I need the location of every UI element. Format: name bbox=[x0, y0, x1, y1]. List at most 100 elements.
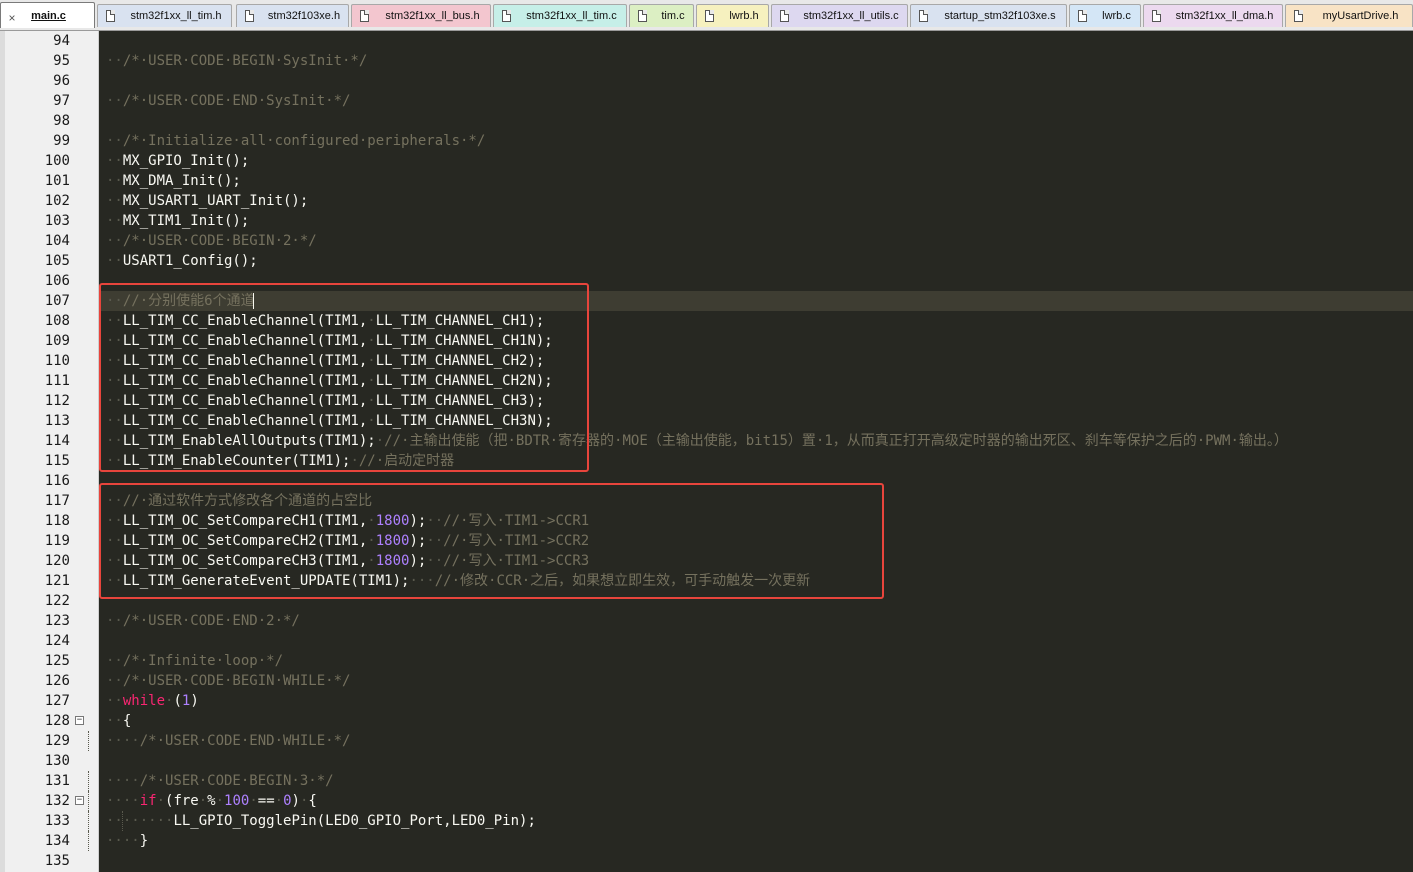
code-text: ··MX_DMA_Init(); bbox=[106, 173, 241, 189]
line-number: 132 bbox=[44, 793, 70, 809]
code-line[interactable]: 96 bbox=[0, 71, 1413, 91]
code-line[interactable]: 99 ··/*·Initialize·all·configured·periphe… bbox=[0, 131, 1413, 151]
code-line[interactable]: 132− ····if·(fre·%·100·==·0)·{ bbox=[0, 791, 1413, 811]
line-number: 128 bbox=[44, 713, 70, 729]
line-number: 103 bbox=[44, 213, 70, 229]
code-text: ··while·(1) bbox=[106, 693, 199, 709]
code-line[interactable]: 103 ··MX_TIM1_Init(); bbox=[0, 211, 1413, 231]
indent-guide bbox=[122, 811, 123, 831]
line-number: 97 bbox=[53, 93, 70, 109]
file-icon bbox=[106, 10, 115, 22]
line-number: 102 bbox=[44, 193, 70, 209]
tab-label: lwrb.c bbox=[1102, 10, 1131, 22]
tab-main-c[interactable]: × main.c bbox=[0, 2, 95, 28]
code-line[interactable]: 133 ········LL_GPIO_TogglePin(LED0_GPIO_P… bbox=[0, 811, 1413, 831]
code-text: ··USART1_Config(); bbox=[106, 253, 258, 269]
code-line[interactable]: 102 ··MX_USART1_UART_Init(); bbox=[0, 191, 1413, 211]
tab-stm32f1xx-ll-dma-h[interactable]: stm32f1xx_ll_dma.h bbox=[1143, 4, 1283, 27]
line-number: 126 bbox=[44, 673, 70, 689]
line-number: 106 bbox=[44, 273, 70, 289]
tab-lwrb-h[interactable]: lwrb.h bbox=[696, 4, 769, 27]
code-line[interactable]: 131 ····/*·USER·CODE·BEGIN·3·*/ bbox=[0, 771, 1413, 791]
line-number: 125 bbox=[44, 653, 70, 669]
code-text: ··MX_GPIO_Init(); bbox=[106, 153, 250, 169]
file-icon bbox=[780, 10, 789, 22]
tab-stm32f1xx-ll-utils-c[interactable]: stm32f1xx_ll_utils.c bbox=[771, 4, 908, 27]
code-line[interactable]: 128− ··{ bbox=[0, 711, 1413, 731]
line-number: 96 bbox=[53, 73, 70, 89]
tab-close-icon[interactable]: × bbox=[5, 11, 19, 25]
code-text: ··/*·USER·CODE·END·2·*/ bbox=[106, 613, 300, 629]
file-icon bbox=[245, 10, 254, 22]
tab-tim-c[interactable]: tim.c bbox=[629, 4, 694, 27]
code-text: ··/*·USER·CODE·BEGIN·WHILE·*/ bbox=[106, 673, 351, 689]
file-icon bbox=[360, 10, 369, 22]
code-line[interactable]: 101 ··MX_DMA_Init(); bbox=[0, 171, 1413, 191]
code-editor[interactable]: 94 95 ··/*·USER·CODE·BEGIN·SysInit·*/ 96 97 ·… bbox=[0, 31, 1413, 872]
line-number: 98 bbox=[53, 113, 70, 129]
indent-guide bbox=[88, 731, 89, 751]
code-line[interactable]: 134 ····} bbox=[0, 831, 1413, 851]
tab-startup-stm32f103xe-s[interactable]: startup_stm32f103xe.s bbox=[910, 4, 1067, 27]
fold-toggle-icon[interactable]: − bbox=[75, 796, 84, 805]
tab-stm32f1xx-ll-bus-h[interactable]: stm32f1xx_ll_bus.h bbox=[351, 4, 491, 27]
line-number: 134 bbox=[44, 833, 70, 849]
code-line[interactable]: 105 ··USART1_Config(); bbox=[0, 251, 1413, 271]
file-icon bbox=[919, 10, 928, 22]
line-number: 133 bbox=[44, 813, 70, 829]
file-icon bbox=[1294, 10, 1303, 22]
line-number: 135 bbox=[44, 853, 70, 869]
code-line[interactable]: 94 bbox=[0, 31, 1413, 51]
code-line[interactable]: 95 ··/*·USER·CODE·BEGIN·SysInit·*/ bbox=[0, 51, 1413, 71]
code-line[interactable]: 104 ··/*·USER·CODE·BEGIN·2·*/ bbox=[0, 231, 1413, 251]
highlight-box-set-compare bbox=[99, 483, 884, 599]
line-number: 124 bbox=[44, 633, 70, 649]
code-text: ··{ bbox=[106, 713, 132, 729]
line-number: 95 bbox=[53, 53, 70, 69]
code-text: ··MX_USART1_UART_Init(); bbox=[106, 193, 309, 209]
code-line[interactable]: 100 ··MX_GPIO_Init(); bbox=[0, 151, 1413, 171]
tab-label: main.c bbox=[31, 9, 66, 22]
indent-guide bbox=[88, 811, 89, 831]
tab-label: stm32f1xx_ll_tim.c bbox=[526, 10, 617, 22]
code-text: ··/*·USER·CODE·END·SysInit·*/ bbox=[106, 93, 351, 109]
line-number: 107 bbox=[44, 293, 70, 309]
code-text: ··/*·USER·CODE·BEGIN·SysInit·*/ bbox=[106, 53, 368, 69]
tab-lwrb-c[interactable]: lwrb.c bbox=[1069, 4, 1141, 27]
file-icon bbox=[1152, 10, 1161, 22]
code-text: ··/*·USER·CODE·BEGIN·2·*/ bbox=[106, 233, 317, 249]
code-text: ··/*·Infinite·loop·*/ bbox=[106, 653, 284, 669]
code-line[interactable]: 130 bbox=[0, 751, 1413, 771]
code-line[interactable]: 126 ··/*·USER·CODE·BEGIN·WHILE·*/ bbox=[0, 671, 1413, 691]
line-number: 127 bbox=[44, 693, 70, 709]
indent-guide bbox=[88, 831, 89, 851]
code-line[interactable]: 127 ··while·(1) bbox=[0, 691, 1413, 711]
tab-stm32f103xe-h[interactable]: stm32f103xe.h bbox=[236, 4, 349, 27]
code-text: ····if·(fre·%·100·==·0)·{ bbox=[106, 793, 317, 809]
code-line[interactable]: 98 bbox=[0, 111, 1413, 131]
file-icon bbox=[502, 10, 511, 22]
code-line[interactable]: 124 bbox=[0, 631, 1413, 651]
line-number: 119 bbox=[44, 533, 70, 549]
line-number: 122 bbox=[44, 593, 70, 609]
line-number: 113 bbox=[44, 413, 70, 429]
line-number: 94 bbox=[53, 33, 70, 49]
line-number: 114 bbox=[44, 433, 70, 449]
tab-myusartdrive-h[interactable]: myUsartDrive.h bbox=[1285, 4, 1413, 27]
fold-toggle-icon[interactable]: − bbox=[75, 716, 84, 725]
tab-stm32f1xx-ll-tim-h[interactable]: stm32f1xx_ll_tim.h bbox=[97, 4, 232, 27]
line-number: 99 bbox=[53, 133, 70, 149]
tab-stm32f1xx-ll-tim-c[interactable]: stm32f1xx_ll_tim.c bbox=[493, 4, 627, 27]
code-line[interactable]: 123 ··/*·USER·CODE·END·2·*/ bbox=[0, 611, 1413, 631]
code-line[interactable]: 129 ····/*·USER·CODE·END·WHILE·*/ bbox=[0, 731, 1413, 751]
tab-label: startup_stm32f103xe.s bbox=[944, 10, 1056, 22]
code-line[interactable]: 97 ··/*·USER·CODE·END·SysInit·*/ bbox=[0, 91, 1413, 111]
line-number: 115 bbox=[44, 453, 70, 469]
editor-tab-bar: × main.c stm32f1xx_ll_tim.h stm32f103xe.h st… bbox=[0, 0, 1413, 31]
code-line[interactable]: 125 ··/*·Infinite·loop·*/ bbox=[0, 651, 1413, 671]
code-text: ··MX_TIM1_Init(); bbox=[106, 213, 250, 229]
code-line[interactable]: 135 bbox=[0, 851, 1413, 871]
line-number: 109 bbox=[44, 333, 70, 349]
line-number: 120 bbox=[44, 553, 70, 569]
line-number: 116 bbox=[44, 473, 70, 489]
